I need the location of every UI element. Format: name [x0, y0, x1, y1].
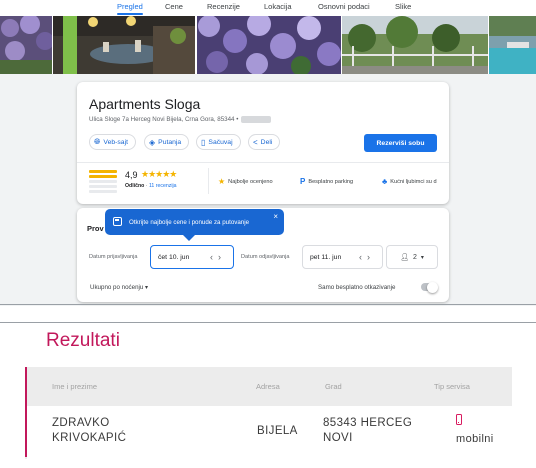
- checkout-date-field[interactable]: pet 11. jun ‹›: [302, 245, 383, 269]
- guests-count: 2: [412, 253, 417, 261]
- rating-label: Odlično: [125, 183, 145, 189]
- free-cancel-toggle[interactable]: [421, 281, 438, 293]
- result-name: ZDRAVKO KRIVOKAPIĆ: [52, 417, 127, 444]
- bookmark-icon: ▯: [201, 137, 206, 147]
- amenity-free-parking: P Besplatno parking: [300, 177, 353, 186]
- globe-icon: 🌐︎: [94, 137, 101, 146]
- website-button[interactable]: 🌐︎ Veb-sajt: [89, 134, 136, 150]
- photo-flowers-center[interactable]: [197, 16, 341, 74]
- rating-value: 4,9: [125, 170, 138, 180]
- close-icon[interactable]: ×: [273, 212, 278, 221]
- checkout-label: Datum odjavljivanja: [241, 254, 290, 260]
- tab-osnovni-podaci[interactable]: Osnovni podaci: [318, 2, 370, 11]
- column-header-address: Adresa: [256, 382, 280, 391]
- deals-tooltip: Otkrijte najbolje cene i ponude za putov…: [105, 209, 284, 241]
- tab-slike[interactable]: Slike: [395, 2, 411, 11]
- active-tab-indicator: [117, 13, 143, 15]
- hotel-card: Apartments Sloga Ulica Sloge 7a Herceg N…: [77, 82, 449, 204]
- tab-cene[interactable]: Cene: [165, 2, 183, 11]
- photo-pool[interactable]: [489, 16, 536, 74]
- sort-dropdown[interactable]: Ukupno po noćenju ▾: [90, 284, 148, 291]
- book-room-button[interactable]: Rezerviši sobu: [364, 134, 437, 152]
- checkin-date-field[interactable]: čet 10. jun ‹›: [150, 245, 234, 269]
- amenity-top-rated-label: Najbolje ocenjeno: [228, 178, 273, 185]
- redacted-phone: [241, 116, 272, 123]
- tab-pregled[interactable]: Pregled: [117, 2, 143, 11]
- rating-summary: Odlično · 11 recenzija: [125, 183, 177, 189]
- checkout-date-arrows[interactable]: ‹›: [359, 252, 375, 262]
- chevron-down-icon: ▾: [420, 254, 424, 261]
- amenity-pets-label: Kućni ljubimci su d: [390, 178, 437, 185]
- free-cancel-label: Samo besplatno otkazivanje: [318, 284, 396, 291]
- mobile-phone-icon: [456, 414, 462, 425]
- hotel-address: Ulica Sloge 7a Herceg Novi Bijela, Crna …: [89, 116, 272, 124]
- amenity-pets: ♣ Kućni ljubimci su d: [382, 177, 437, 186]
- amenity-top-rated: ★ Najbolje ocenjeno: [218, 177, 273, 186]
- reviews-link[interactable]: 11 recenzija: [149, 183, 177, 189]
- checkin-label: Datum prijavljivanja: [89, 254, 138, 260]
- column-header-service: Tip servisa: [434, 382, 470, 391]
- checkout-date-value: pet 11. jun: [310, 253, 342, 261]
- rating-separator: [208, 168, 209, 194]
- hotel-address-text: Ulica Sloge 7a Herceg Novi Bijela, Crna …: [89, 116, 239, 124]
- amenity-free-parking-label: Besplatno parking: [308, 178, 354, 185]
- tab-lokacija[interactable]: Lokacija: [264, 2, 292, 11]
- save-button[interactable]: ▯ Sačuvaj: [196, 134, 241, 150]
- result-service: mobilni: [456, 433, 494, 445]
- photo-terrace[interactable]: [53, 16, 195, 74]
- section-tabs: Pregled Cene Recenzije Lokacija Osnovni …: [0, 0, 536, 16]
- star-icon: ★: [218, 177, 226, 186]
- photo-flowers-left[interactable]: [0, 16, 52, 74]
- guests-selector[interactable]: 👤︎ 2 ▾: [386, 245, 438, 269]
- card-divider: [77, 162, 449, 163]
- share-icon: <: [253, 137, 258, 147]
- share-button[interactable]: < Deli: [248, 134, 281, 150]
- result-city: 85343 HERCEG NOVI: [323, 417, 413, 444]
- tab-recenzije[interactable]: Recenzije: [207, 2, 240, 11]
- result-address: BIJELA: [257, 425, 298, 437]
- divider-line: [0, 322, 536, 323]
- results-title: Rezultati: [46, 330, 120, 351]
- rating-distribution: [89, 170, 117, 195]
- save-button-label: Sačuvaj: [208, 138, 233, 146]
- website-button-label: Veb-sajt: [103, 138, 128, 146]
- parking-icon: P: [300, 177, 306, 186]
- photo-strip: [0, 16, 536, 74]
- hotel-name: Apartments Sloga: [89, 96, 201, 112]
- prices-heading: Prov: [87, 224, 104, 233]
- column-header-city: Grad: [325, 382, 342, 391]
- directions-button[interactable]: ◈ Putanja: [144, 134, 190, 150]
- rating-stars: ★★★★★: [141, 169, 177, 179]
- photo-garden-railing[interactable]: [342, 16, 488, 74]
- column-header-name: Ime i prezime: [52, 382, 98, 391]
- person-icon: 👤︎: [400, 254, 409, 261]
- deals-tooltip-text: Otkrijte najbolje cene i ponude za putov…: [129, 218, 250, 226]
- calendar-icon: [113, 217, 122, 226]
- divider-line: [0, 304, 536, 305]
- checkin-date-value: čet 10. jun: [158, 253, 190, 261]
- checkin-date-arrows[interactable]: ‹›: [210, 252, 226, 262]
- share-button-label: Deli: [260, 138, 273, 146]
- directions-icon: ◈: [149, 137, 156, 147]
- directions-button-label: Putanja: [158, 138, 182, 146]
- pets-icon: ♣: [382, 177, 388, 186]
